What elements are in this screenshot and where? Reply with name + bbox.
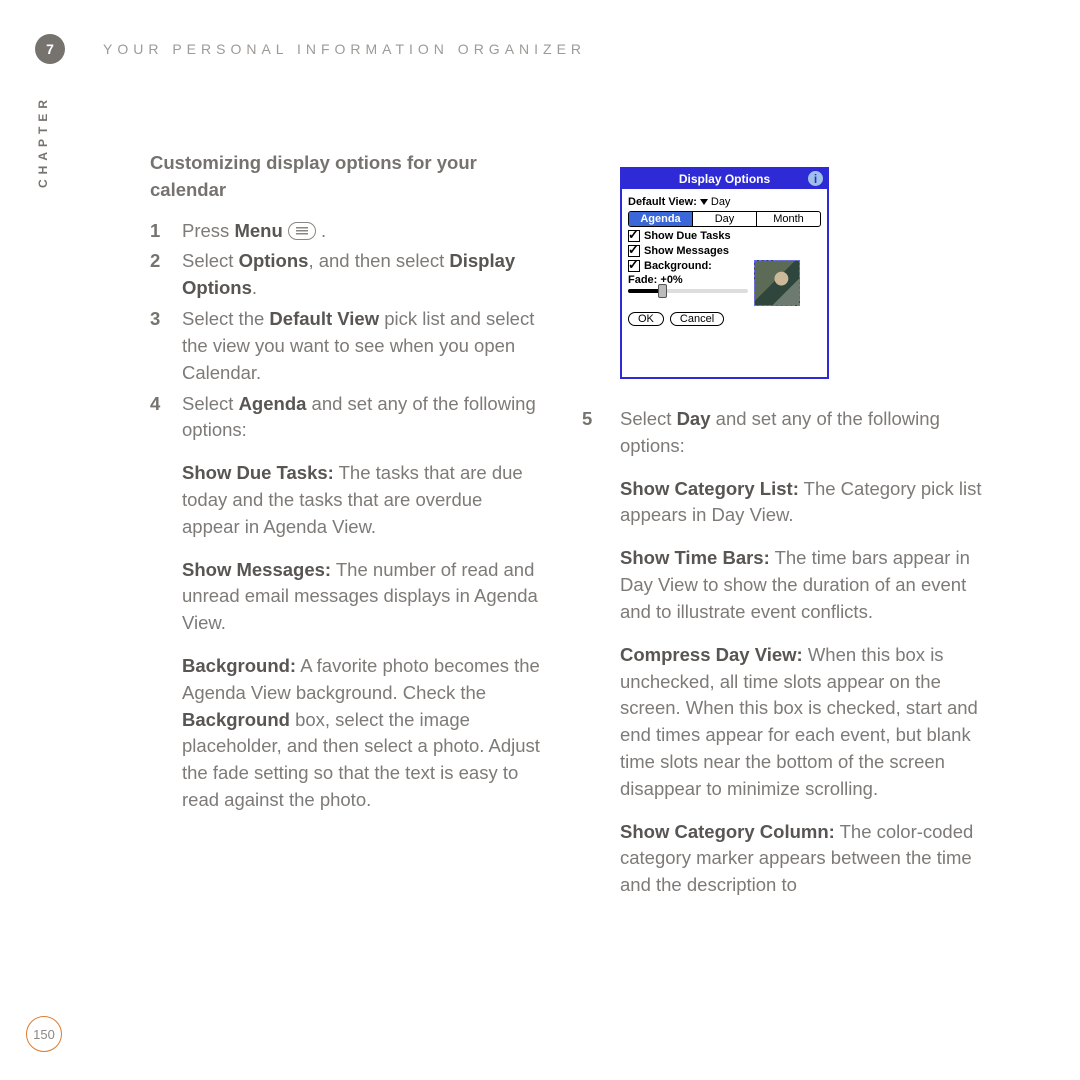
page-number: 150 xyxy=(26,1016,62,1052)
text-bold: Background: xyxy=(182,655,296,676)
text-bold: Show Category List: xyxy=(620,478,799,499)
show-time-bars-para: Show Time Bars: The time bars appear in … xyxy=(620,545,998,625)
text: Press xyxy=(182,220,234,241)
dialog-titlebar: Display Options i xyxy=(622,169,827,189)
compress-day-view-para: Compress Day View: When this box is unch… xyxy=(620,642,998,803)
show-messages-para: Show Messages: The number of read and un… xyxy=(182,557,540,637)
show-messages-checkbox[interactable] xyxy=(628,245,640,257)
step-5-text: Select Day and set any of the following … xyxy=(620,406,998,460)
step-2-text: Select Options, and then select Display … xyxy=(182,248,540,302)
text: . xyxy=(316,220,326,241)
background-para: Background: A favorite photo becomes the… xyxy=(182,653,540,814)
show-due-tasks-checkbox[interactable] xyxy=(628,230,640,242)
chevron-down-icon xyxy=(700,199,708,205)
ok-button[interactable]: OK xyxy=(628,312,664,326)
text-bold: Show Messages: xyxy=(182,559,331,580)
tab-month[interactable]: Month xyxy=(756,212,820,226)
step-1-text: Press Menu . xyxy=(182,218,540,245)
view-tabs: Agenda Day Month xyxy=(628,211,821,227)
background-checkbox[interactable] xyxy=(628,260,640,272)
text-bold: Menu xyxy=(234,220,282,241)
background-thumbnail[interactable] xyxy=(754,260,800,306)
step-number: 2 xyxy=(150,248,182,302)
text-bold: Show Time Bars: xyxy=(620,547,770,568)
text: , and then select xyxy=(308,250,449,271)
dialog-title: Display Options xyxy=(679,172,770,186)
text-bold: Agenda xyxy=(239,393,307,414)
step-number: 1 xyxy=(150,218,182,245)
chapter-vertical-label: CHAPTER xyxy=(36,95,50,188)
text: Select the xyxy=(182,308,269,329)
section-heading: Customizing display options for your cal… xyxy=(150,150,540,204)
show-category-list-para: Show Category List: The Category pick li… xyxy=(620,476,998,530)
fade-slider[interactable] xyxy=(628,289,748,293)
text-bold: Compress Day View: xyxy=(620,644,803,665)
menu-key-icon xyxy=(288,222,316,240)
default-view-value: Day xyxy=(711,196,731,208)
text-bold: Default View xyxy=(269,308,379,329)
show-category-column-para: Show Category Column: The color-coded ca… xyxy=(620,819,998,899)
default-view-picklist[interactable]: Day xyxy=(700,196,731,208)
text-bold: Show Due Tasks: xyxy=(182,462,334,483)
text-bold: Show Category Column: xyxy=(620,821,835,842)
chapter-header-title: YOUR PERSONAL INFORMATION ORGANIZER xyxy=(103,41,586,57)
background-label: Background: xyxy=(644,260,712,272)
text: Select xyxy=(182,250,239,271)
text: Select xyxy=(620,408,677,429)
tab-day[interactable]: Day xyxy=(692,212,756,226)
step-number: 4 xyxy=(150,391,182,445)
tab-agenda[interactable]: Agenda xyxy=(629,212,692,226)
show-due-tasks-para: Show Due Tasks: The tasks that are due t… xyxy=(182,460,540,540)
text-bold: Options xyxy=(239,250,309,271)
show-due-tasks-label: Show Due Tasks xyxy=(644,230,731,242)
text-bold: Day xyxy=(677,408,711,429)
fade-label: Fade: +0% xyxy=(628,274,748,286)
show-messages-label: Show Messages xyxy=(644,245,729,257)
text: When this box is unchecked, all time slo… xyxy=(620,644,978,799)
text: . xyxy=(252,277,257,298)
info-icon[interactable]: i xyxy=(808,171,823,186)
chapter-number-badge: 7 xyxy=(35,34,65,64)
cancel-button[interactable]: Cancel xyxy=(670,312,724,326)
step-4-text: Select Agenda and set any of the followi… xyxy=(182,391,540,445)
step-number: 5 xyxy=(582,406,620,460)
text: Select xyxy=(182,393,239,414)
step-3-text: Select the Default View pick list and se… xyxy=(182,306,540,386)
display-options-dialog: Display Options i Default View: Day Agen… xyxy=(620,167,829,379)
text-bold: Background xyxy=(182,709,290,730)
slider-thumb-icon[interactable] xyxy=(658,284,667,298)
default-view-label: Default View: xyxy=(628,196,697,208)
step-number: 3 xyxy=(150,306,182,386)
